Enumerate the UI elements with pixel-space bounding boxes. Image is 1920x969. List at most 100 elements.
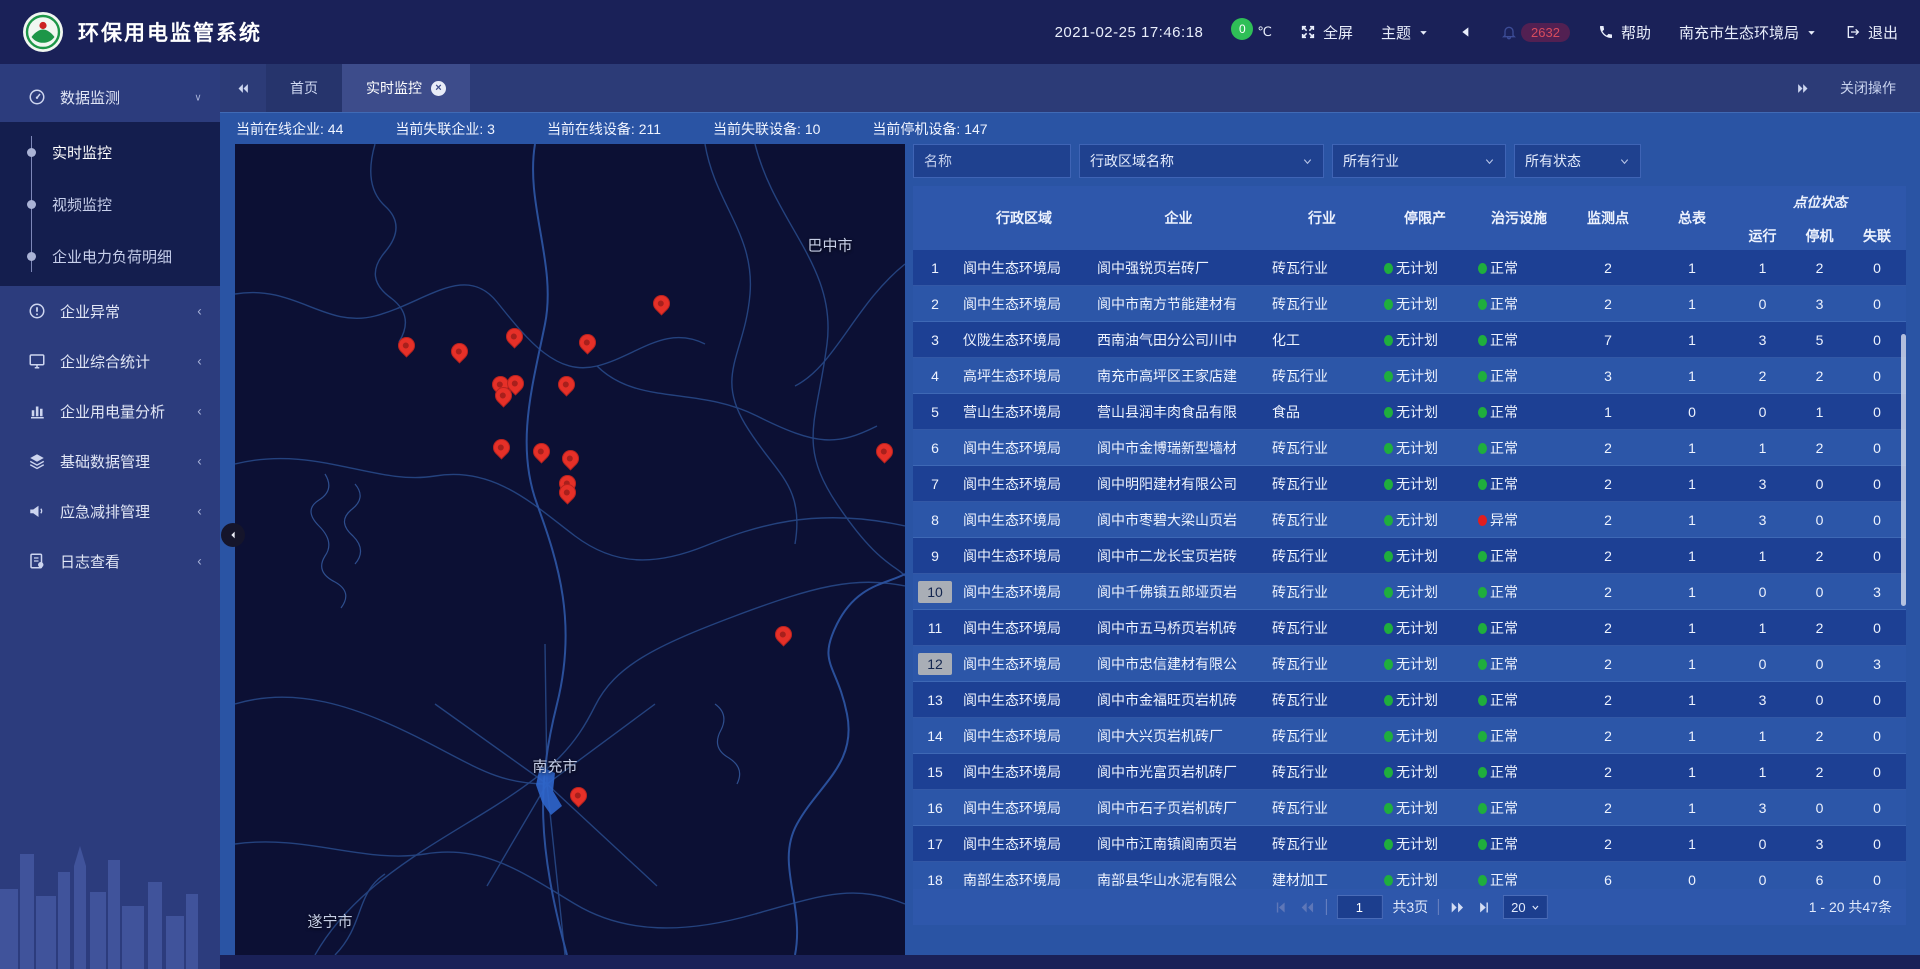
cell-facility-status: 正常 bbox=[1472, 582, 1566, 602]
sidebar-item-基础数据管理[interactable]: 基础数据管理‹ bbox=[0, 436, 220, 486]
sidebar-item-日志查看[interactable]: 日志查看‹ bbox=[0, 536, 220, 586]
close-icon[interactable]: × bbox=[431, 81, 446, 96]
table-row[interactable]: 16阆中生态环境局阆中市石子页岩机砖厂砖瓦行业无计划正常21300 bbox=[913, 790, 1906, 826]
cell-facility-status: 正常 bbox=[1472, 654, 1566, 674]
table-row[interactable]: 5营山生态环境局营山县润丰肉食品有限食品无计划正常10010 bbox=[913, 394, 1906, 430]
facility-status-label: 正常 bbox=[1490, 548, 1518, 564]
stat-当前在线设备: 当前在线设备: 211 bbox=[547, 119, 661, 139]
table-row[interactable]: 15阆中生态环境局阆中市光富页岩机砖厂砖瓦行业无计划正常21120 bbox=[913, 754, 1906, 790]
table-row[interactable]: 9阆中生态环境局阆中市二龙长宝页岩砖砖瓦行业无计划正常21120 bbox=[913, 538, 1906, 574]
page-number-input[interactable] bbox=[1336, 895, 1382, 919]
cell-facility-status: 正常 bbox=[1472, 798, 1566, 818]
tab-实时监控[interactable]: 实时监控× bbox=[342, 64, 470, 112]
cell-run: 2 bbox=[1734, 368, 1791, 384]
facility-status-label: 正常 bbox=[1490, 584, 1518, 600]
log-icon bbox=[28, 552, 46, 570]
name-filter-input[interactable] bbox=[913, 144, 1071, 178]
divider bbox=[1325, 899, 1326, 915]
industry-filter-select[interactable]: 所有行业 bbox=[1332, 144, 1506, 178]
status-dot-icon bbox=[1384, 299, 1393, 310]
table-row[interactable]: 8阆中生态环境局阆中市枣碧大梁山页岩砖瓦行业无计划异常21300 bbox=[913, 502, 1906, 538]
mute-button[interactable] bbox=[1457, 24, 1473, 40]
sidebar-collapse-toggle[interactable] bbox=[221, 523, 245, 547]
sidebar-item-数据监测[interactable]: 数据监测∨ bbox=[0, 72, 220, 122]
tabs-scroll-left-button[interactable] bbox=[220, 64, 266, 112]
chevron-down-icon bbox=[1531, 903, 1540, 912]
gauge-icon bbox=[28, 88, 46, 106]
table-row[interactable]: 18南部生态环境局南部县华山水泥有限公建材加工无计划正常60060 bbox=[913, 862, 1906, 889]
table-row[interactable]: 10阆中生态环境局阆中千佛镇五郎垭页岩砖瓦行业无计划正常21003 bbox=[913, 574, 1906, 610]
cell-lost: 0 bbox=[1848, 368, 1906, 384]
first-page-button[interactable] bbox=[1271, 899, 1288, 916]
limit-status-label: 无计划 bbox=[1396, 440, 1438, 456]
stats-bar: 当前在线企业: 44当前失联企业: 3当前在线设备: 211当前失联设备: 10… bbox=[220, 112, 1920, 144]
table-scrollbar[interactable] bbox=[1901, 334, 1906, 606]
stat-当前在线企业: 当前在线企业: 44 bbox=[236, 119, 343, 139]
sidebar-item-企业异常[interactable]: 企业异常‹ bbox=[0, 286, 220, 336]
table-row[interactable]: 17阆中生态环境局阆中市江南镇阆南页岩砖瓦行业无计划正常21030 bbox=[913, 826, 1906, 862]
page-size-select[interactable]: 20 bbox=[1503, 895, 1547, 919]
notification-bell[interactable]: 2632 bbox=[1501, 23, 1570, 42]
cell-run: 3 bbox=[1734, 692, 1791, 708]
table-row[interactable]: 1阆中生态环境局阆中强锐页岩砖厂砖瓦行业无计划正常21120 bbox=[913, 250, 1906, 286]
limit-status-label: 无计划 bbox=[1396, 332, 1438, 348]
theme-dropdown[interactable]: 主题 bbox=[1381, 22, 1429, 43]
sidebar-item-视频监控[interactable]: 视频监控 bbox=[0, 178, 220, 230]
temperature-badge: 0 ℃ bbox=[1231, 24, 1272, 40]
cell-points: 2 bbox=[1566, 548, 1650, 564]
row-index-cell: 13 bbox=[913, 689, 957, 711]
table-row[interactable]: 13阆中生态环境局阆中市金福旺页岩机砖砖瓦行业无计划正常21300 bbox=[913, 682, 1906, 718]
tab-首页[interactable]: 首页 bbox=[266, 64, 342, 112]
table-row[interactable]: 3仪陇生态环境局西南油气田分公司川中化工无计划正常71350 bbox=[913, 322, 1906, 358]
app-header: 环保用电监管系统 2021-02-25 17:46:18 0 ℃ 全屏 主题 2… bbox=[0, 0, 1920, 64]
tabs-scroll-right-button[interactable] bbox=[1795, 81, 1810, 96]
map-panel[interactable]: 巴中市南充市遂宁市 bbox=[235, 144, 905, 955]
org-dropdown[interactable]: 南充市生态环境局 bbox=[1679, 22, 1817, 43]
sidebar-item-企业电力负荷明细[interactable]: 企业电力负荷明细 bbox=[0, 230, 220, 282]
logout-button[interactable]: 退出 bbox=[1845, 22, 1898, 43]
region-filter-select[interactable]: 行政区域名称 bbox=[1079, 144, 1324, 178]
cell-meters: 0 bbox=[1650, 872, 1734, 888]
row-index: 11 bbox=[918, 617, 952, 639]
cell-region: 阆中生态环境局 bbox=[957, 798, 1091, 818]
table-row[interactable]: 12阆中生态环境局阆中市忠信建材有限公砖瓦行业无计划正常21003 bbox=[913, 646, 1906, 682]
cell-meters: 1 bbox=[1650, 548, 1734, 564]
sidebar-item-应急减排管理[interactable]: 应急减排管理‹ bbox=[0, 486, 220, 536]
cell-industry: 砖瓦行业 bbox=[1266, 366, 1378, 386]
last-page-button[interactable] bbox=[1476, 899, 1493, 916]
table-row[interactable]: 7阆中生态环境局阆中明阳建材有限公司砖瓦行业无计划正常21300 bbox=[913, 466, 1906, 502]
cell-facility-status: 正常 bbox=[1472, 834, 1566, 854]
divider bbox=[1438, 899, 1439, 915]
sidebar-item-企业综合统计[interactable]: 企业综合统计‹ bbox=[0, 336, 220, 386]
table-row[interactable]: 14阆中生态环境局阆中大兴页岩机砖厂砖瓦行业无计划正常21120 bbox=[913, 718, 1906, 754]
row-index: 1 bbox=[918, 257, 952, 279]
cell-region: 阆中生态环境局 bbox=[957, 690, 1091, 710]
cell-stop: 2 bbox=[1791, 620, 1848, 636]
help-button[interactable]: 帮助 bbox=[1598, 22, 1651, 43]
facility-status-label: 正常 bbox=[1490, 872, 1518, 888]
sidebar-item-实时监控[interactable]: 实时监控 bbox=[0, 126, 220, 178]
close-operations-button[interactable]: 关闭操作 bbox=[1840, 78, 1896, 98]
limit-status-label: 无计划 bbox=[1396, 692, 1438, 708]
cell-stop: 2 bbox=[1791, 548, 1848, 564]
cell-stop: 0 bbox=[1791, 512, 1848, 528]
fullscreen-button[interactable]: 全屏 bbox=[1300, 22, 1353, 43]
table-row[interactable]: 2阆中生态环境局阆中市南方节能建材有砖瓦行业无计划正常21030 bbox=[913, 286, 1906, 322]
cell-company: 阆中市枣碧大梁山页岩 bbox=[1091, 510, 1266, 530]
cell-lost: 0 bbox=[1848, 296, 1906, 312]
table-row[interactable]: 4高坪生态环境局南充市高坪区王家店建砖瓦行业无计划正常31220 bbox=[913, 358, 1906, 394]
cell-company: 阆中强锐页岩砖厂 bbox=[1091, 258, 1266, 278]
datetime-label: 2021-02-25 17:46:18 bbox=[1055, 24, 1204, 41]
status-filter-select[interactable]: 所有状态 bbox=[1514, 144, 1641, 178]
prev-page-button[interactable] bbox=[1298, 899, 1315, 916]
tab-label: 首页 bbox=[290, 78, 318, 98]
table-row[interactable]: 11阆中生态环境局阆中市五马桥页岩机砖砖瓦行业无计划正常21120 bbox=[913, 610, 1906, 646]
next-page-button[interactable] bbox=[1449, 899, 1466, 916]
cell-points: 7 bbox=[1566, 332, 1650, 348]
cell-region: 阆中生态环境局 bbox=[957, 258, 1091, 278]
cell-lost: 0 bbox=[1848, 440, 1906, 456]
status-dot-icon bbox=[1384, 803, 1393, 814]
table-row[interactable]: 6阆中生态环境局阆中市金博瑞新型墙材砖瓦行业无计划正常21120 bbox=[913, 430, 1906, 466]
cell-facility-status: 正常 bbox=[1472, 870, 1566, 890]
sidebar-item-企业用电量分析[interactable]: 企业用电量分析‹ bbox=[0, 386, 220, 436]
